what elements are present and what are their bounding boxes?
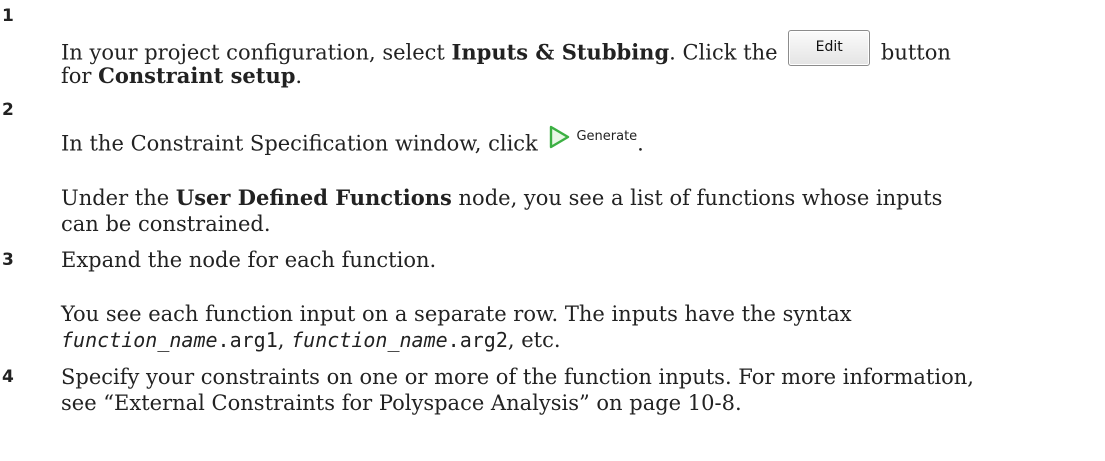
step-4-line-1: Specify your constraints on one or more … bbox=[61, 364, 974, 390]
step-1-text-b: . Click the bbox=[669, 40, 785, 65]
step-number-1: 1 bbox=[2, 6, 14, 26]
step-4-text-line-2: see “External Constraints for Polyspace … bbox=[61, 391, 742, 415]
step-2-note-bold: User Defined Functions bbox=[175, 185, 452, 210]
step-2-note-b: node, you see a list of functions whose … bbox=[451, 186, 943, 210]
step-number-4: 4 bbox=[2, 367, 14, 387]
step-2-text-a: In the Constraint Specification window, … bbox=[61, 131, 545, 156]
generate-button-label: Generate bbox=[576, 129, 638, 144]
step-2-note-c: can be constrained. bbox=[61, 212, 271, 236]
step-1-text-d: for bbox=[61, 64, 99, 88]
step-2-text-b: . bbox=[637, 131, 644, 156]
step-1-text-c: button bbox=[874, 40, 951, 65]
step-3-note-line-2: function_name.arg1, function_name.arg2, … bbox=[61, 327, 561, 353]
step-3-arg-1: .arg1 bbox=[217, 328, 278, 352]
step-4-text-line-1: Specify your constraints on one or more … bbox=[61, 365, 974, 389]
step-3-note-line-1: You see each function input on a separat… bbox=[61, 301, 852, 327]
step-3-line-1: Expand the node for each function. bbox=[61, 247, 436, 273]
generate-button[interactable]: Generate bbox=[548, 122, 637, 152]
step-2-note-a: Under the bbox=[61, 186, 176, 210]
step-1-text-e: . bbox=[295, 64, 303, 88]
step-3-arg-2: .arg2 bbox=[447, 328, 508, 352]
step-3-sep-1: , bbox=[277, 328, 292, 352]
edit-button[interactable]: Edit bbox=[788, 30, 871, 66]
step-1-bold-constraint-setup: Constraint setup bbox=[98, 63, 296, 88]
step-2-note-line-1: Under the User Defined Functions node, y… bbox=[61, 185, 942, 211]
play-triangle-icon bbox=[550, 125, 570, 149]
step-4-line-2: see “External Constraints for Polyspace … bbox=[61, 390, 742, 416]
step-1-line-2: for Constraint setup. bbox=[61, 63, 302, 89]
step-number-3: 3 bbox=[2, 250, 14, 270]
step-3-fn-1: function_name bbox=[61, 328, 218, 352]
step-2-line-1: In the Constraint Specification window, … bbox=[61, 125, 644, 160]
step-1-text-a: In your project configuration, select bbox=[61, 40, 452, 65]
step-1-bold-inputs-stubbing: Inputs & Stubbing bbox=[451, 39, 670, 65]
step-3-tail: , etc. bbox=[507, 328, 561, 352]
step-number-2: 2 bbox=[2, 100, 14, 120]
step-2-note-line-2: can be constrained. bbox=[61, 211, 271, 237]
step-3-text: Expand the node for each function. bbox=[61, 248, 437, 272]
step-3-fn-2: function_name bbox=[291, 328, 448, 352]
step-3-note-a: You see each function input on a separat… bbox=[61, 302, 852, 326]
